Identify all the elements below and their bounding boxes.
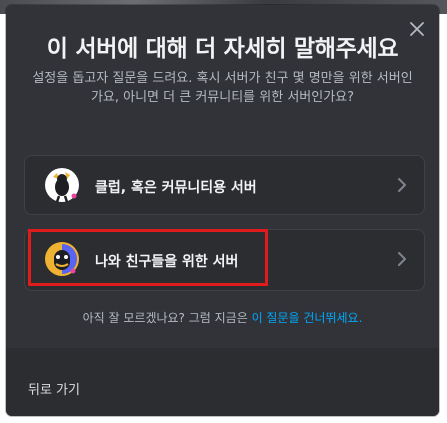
option-friends[interactable]: 나와 친구들을 위한 서버 [24,229,425,291]
server-type-modal: 이 서버에 대해 더 자세히 말해주세요 설정을 돕고자 질문을 드려요. 혹시… [6,5,439,416]
chevron-right-icon [394,174,410,196]
option-label: 클럽, 혹은 커뮤니티용 서버 [95,180,257,196]
skip-text: 아직 잘 모르겠나요? 그럼 지금은 이 질문을 건너뛰세요. [6,309,439,326]
club-community-icon [43,166,81,204]
skip-question-link[interactable]: 이 질문을 건너뛰세요. [252,311,363,325]
chevron-right-icon [394,248,410,270]
modal-description: 설정을 돕고자 질문을 드려요. 혹시 서버가 친구 몇 명만을 위한 서버인가… [32,71,413,105]
skip-prefix: 아직 잘 모르겠나요? 그럼 지금은 [82,311,252,325]
modal-title: 이 서버에 대해 더 자세히 말해주세요 [46,36,399,62]
option-club-community[interactable]: 클럽, 혹은 커뮤니티용 서버 [24,155,425,215]
modal-footer: 뒤로 가기 [6,348,439,416]
option-label: 나와 친구들을 위한 서버 [95,254,239,270]
back-button[interactable]: 뒤로 가기 [28,379,80,398]
friends-icon [43,240,81,278]
